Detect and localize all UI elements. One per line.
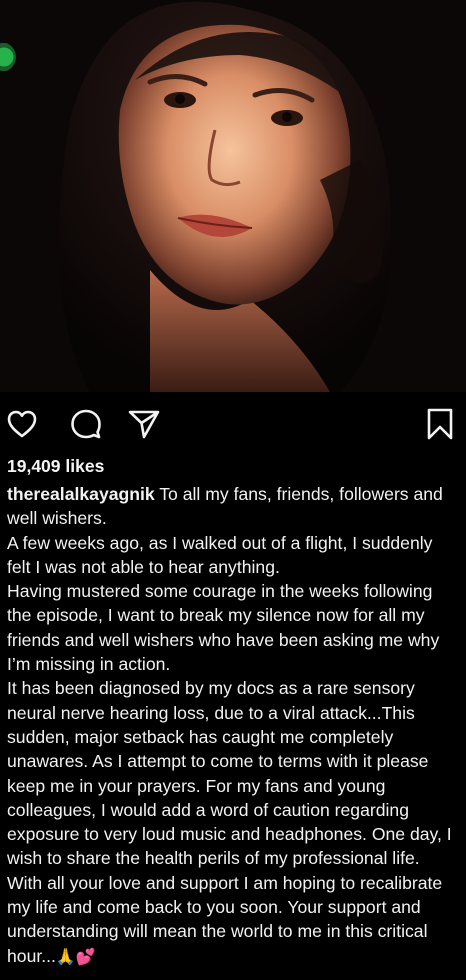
save-button[interactable]: [422, 406, 458, 442]
caption-intro: therealalkayagnik To all my fans, friend…: [7, 482, 459, 531]
caption-emojis: 🙏💕: [55, 948, 96, 966]
bookmark-icon: [427, 408, 453, 440]
comment-button[interactable]: [68, 406, 104, 442]
caption-paragraph: A few weeks ago, as I walked out of a fl…: [7, 532, 433, 577]
post-caption: therealalkayagnik To all my fans, friend…: [7, 482, 459, 970]
portrait-image: [0, 0, 466, 392]
caption-paragraph: Having mustered some courage in the week…: [7, 581, 440, 675]
caption-paragraph: It has been diagnosed by my docs as a ra…: [7, 676, 459, 970]
like-count[interactable]: 19,409 likes: [7, 456, 104, 477]
post-photo[interactable]: [0, 0, 466, 392]
heart-icon: [7, 410, 37, 438]
caption-paragraph-text: It has been diagnosed by my docs as a ra…: [7, 678, 452, 966]
username-link[interactable]: therealalkayagnik: [7, 484, 155, 504]
comment-bubble-icon: [71, 409, 101, 439]
send-icon: [128, 410, 160, 439]
like-button[interactable]: [4, 406, 40, 442]
share-button[interactable]: [126, 406, 162, 442]
post-action-bar: [0, 400, 466, 448]
